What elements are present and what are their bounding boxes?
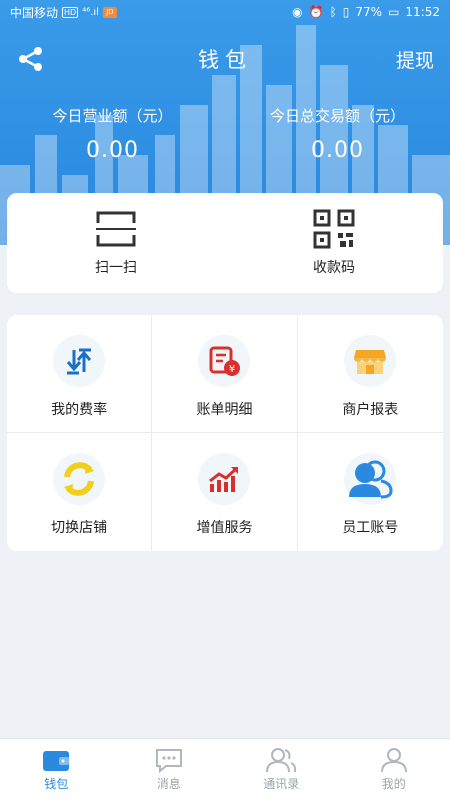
scan-label: 扫一扫 [95, 260, 137, 276]
message-icon [155, 749, 182, 773]
rate-sort-icon [53, 335, 106, 387]
qr-code-button[interactable]: 收款码 [225, 193, 443, 293]
my-rate-button[interactable]: 我的费率 [7, 315, 153, 433]
contacts-icon [266, 748, 297, 773]
carrier-label: 中国移动 [10, 5, 59, 20]
status-bar: 中国移动 HD ⁴⁶.ıl JD ◉ ⏰ ᛒ ▯ 77% ▭ 11:52 [0, 0, 450, 24]
battery-level: 77% [355, 5, 383, 19]
signal-icon: ⁴⁶.ıl [82, 6, 99, 18]
services-grid: 我的费率 ¥ 账单明细 商户报表 切换店铺 增值服务 员工账号 [7, 315, 443, 551]
tab-label: 消息 [156, 777, 181, 791]
switch-store-button[interactable]: 切换店铺 [7, 433, 153, 551]
profile-icon [380, 748, 407, 773]
staff-account-button[interactable]: 员工账号 [298, 433, 443, 551]
scan-button[interactable]: 扫一扫 [7, 193, 225, 293]
qr-code-icon [313, 209, 355, 249]
battery-icon: ▭ [388, 5, 400, 19]
bill-detail-button[interactable]: ¥ 账单明细 [152, 315, 298, 433]
grid-item-label: 增值服务 [196, 520, 253, 536]
alarm-icon: ⏰ [308, 5, 324, 19]
switch-icon [53, 453, 106, 505]
bill-detail-icon: ¥ [198, 335, 251, 387]
today-transaction-stat: 今日总交易额（元） 0.00 [225, 105, 450, 163]
stat-label: 今日营业额（元） [52, 107, 173, 125]
merchant-report-button[interactable]: 商户报表 [297, 315, 443, 433]
hd-badge: HD [62, 6, 79, 18]
stat-value: 0.00 [311, 138, 364, 163]
app-notification-icon: JD [102, 6, 117, 18]
withdraw-button[interactable]: 提现 [396, 46, 434, 73]
vibrate-icon: ▯ [342, 5, 350, 19]
bottom-tab-bar: 钱包 消息 通讯录 我的 [0, 738, 450, 800]
today-revenue-stat: 今日营业额（元） 0.00 [0, 105, 225, 163]
svg-text:¥: ¥ [229, 364, 235, 375]
tab-label: 钱包 [44, 777, 69, 791]
stat-label: 今日总交易额（元） [269, 107, 405, 125]
grid-item-label: 切换店铺 [51, 520, 108, 536]
grid-item-label: 我的费率 [51, 402, 108, 418]
store-icon [344, 335, 397, 387]
tab-contacts[interactable]: 通讯录 [225, 739, 338, 800]
quick-actions-card: 扫一扫 收款码 [7, 193, 443, 293]
stat-value: 0.00 [86, 138, 139, 163]
tab-messages[interactable]: 消息 [113, 739, 226, 800]
top-navigation: 钱包 提现 [0, 38, 450, 78]
page-title: 钱包 [198, 48, 252, 72]
tab-label: 通讯录 [263, 777, 300, 791]
grid-item-label: 账单明细 [196, 402, 253, 418]
wallet-icon [43, 751, 70, 771]
staff-icon [344, 453, 397, 505]
tab-label: 我的 [381, 777, 406, 791]
qr-code-label: 收款码 [313, 260, 355, 276]
value-added-service-button[interactable]: 增值服务 [152, 433, 298, 551]
bluetooth-icon: ᛒ [329, 5, 337, 19]
eye-icon: ◉ [292, 5, 303, 19]
tab-wallet[interactable]: 钱包 [0, 739, 113, 800]
grid-item-label: 商户报表 [342, 402, 399, 418]
tab-profile[interactable]: 我的 [338, 739, 450, 800]
scan-icon [96, 211, 136, 247]
growth-chart-icon [198, 453, 251, 505]
grid-item-label: 员工账号 [342, 520, 399, 536]
clock: 11:52 [405, 5, 440, 19]
